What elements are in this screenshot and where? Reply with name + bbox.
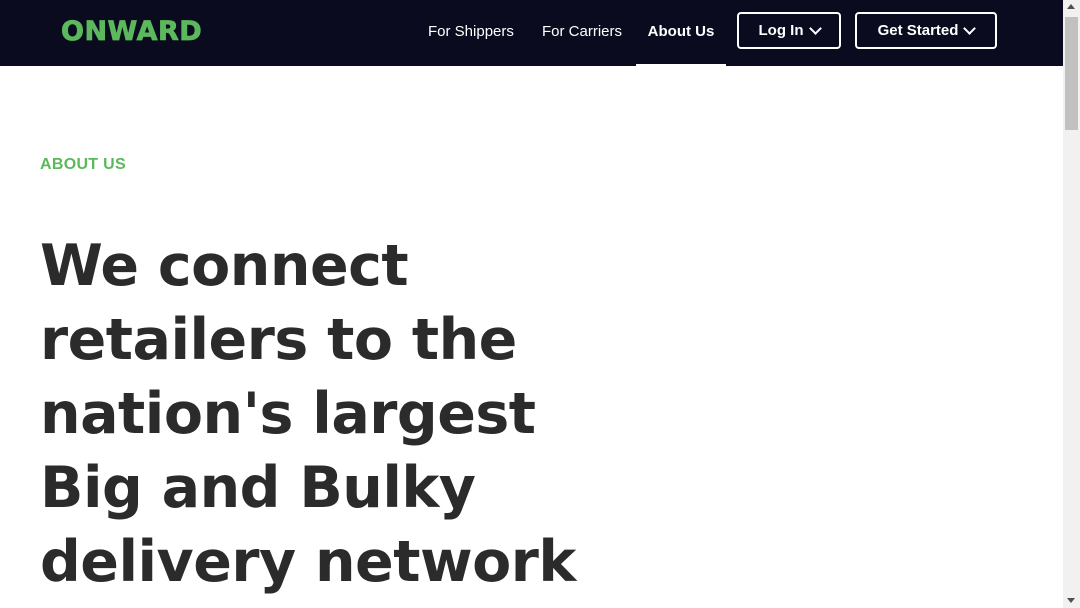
get-started-button[interactable]: Get Started	[855, 12, 997, 49]
hero-headline: We connect retailers to the nation's lar…	[40, 229, 600, 599]
headline-line: We connect	[40, 233, 409, 299]
nav-link-about-us[interactable]: About Us	[636, 0, 726, 66]
headline-line: nation's largest	[40, 381, 536, 447]
nav-link-for-carriers[interactable]: For Carriers	[542, 0, 622, 66]
nav-link-for-shippers[interactable]: For Shippers	[428, 0, 514, 66]
log-in-button[interactable]: Log In	[737, 12, 841, 49]
top-navbar: ONWARD For Shippers For Carriers About U…	[0, 0, 1063, 66]
page-scrollbar[interactable]	[1063, 0, 1080, 608]
onward-logo[interactable]: ONWARD	[61, 14, 203, 50]
scrollbar-thumb[interactable]	[1065, 17, 1078, 130]
section-eyebrow: ABOUT US	[40, 156, 126, 173]
scroll-up-arrow-icon[interactable]	[1067, 4, 1075, 9]
headline-line: delivery network	[40, 529, 576, 595]
get-started-label: Get Started	[877, 22, 959, 39]
chevron-down-icon	[808, 22, 822, 35]
headline-line: Big and Bulky	[40, 455, 476, 521]
headline-line: retailers to the	[40, 307, 517, 373]
chevron-down-icon	[963, 22, 977, 35]
log-in-label: Log In	[758, 22, 804, 39]
scroll-down-arrow-icon[interactable]	[1067, 598, 1075, 603]
